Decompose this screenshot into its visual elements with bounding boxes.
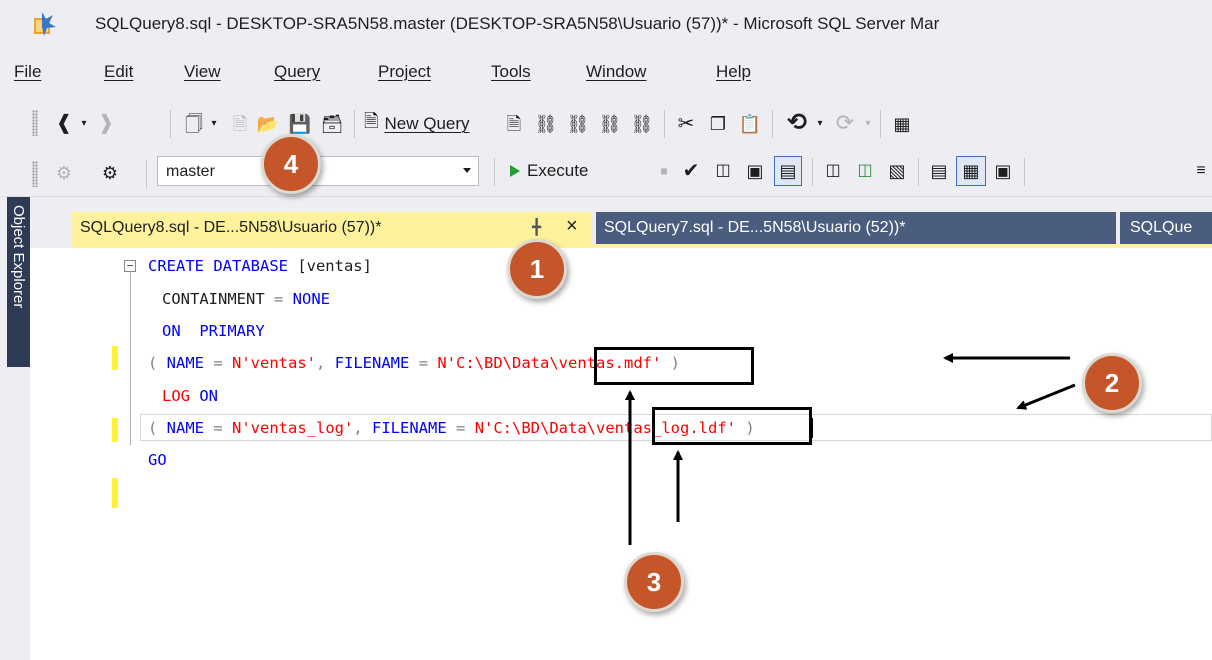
change-connection-icon[interactable]: ⚙ xyxy=(96,160,124,186)
new-query-icon: 🗎 xyxy=(364,111,379,131)
redo-icon[interactable]: ⟳ xyxy=(830,108,860,138)
menu-view[interactable]: View xyxy=(184,62,221,82)
menu-tools[interactable]: Tools xyxy=(491,62,531,82)
cut-icon[interactable]: ✂ xyxy=(672,110,700,138)
selected-database: master xyxy=(166,163,215,180)
toolbar-separator xyxy=(664,110,665,138)
undo-dropdown-icon[interactable]: ▾ xyxy=(814,112,826,136)
menu-help[interactable]: Help xyxy=(716,62,751,82)
intellisense-icon[interactable]: ▤ xyxy=(774,156,802,186)
paste-icon[interactable]: 📋 xyxy=(736,110,764,138)
actual-plan-icon[interactable]: ◫ xyxy=(820,158,846,184)
tab-sqlquery7[interactable]: SQLQuery7.sql - DE...5N58\Usuario (52))* xyxy=(596,212,1116,244)
change-marker xyxy=(112,418,118,442)
toolbar-separator xyxy=(146,160,147,188)
display-plan-icon[interactable]: ◫ xyxy=(710,158,736,184)
highlight-box-ldf-path xyxy=(652,407,812,445)
menu-query[interactable]: Query xyxy=(274,62,320,82)
results-to-text-icon[interactable]: ▤ xyxy=(926,158,952,184)
toolbar-separator xyxy=(494,158,495,186)
play-icon xyxy=(510,165,520,177)
parse-checkmark-icon[interactable]: ✔ xyxy=(678,158,704,184)
add-item-icon[interactable]: 🗎 xyxy=(226,110,254,138)
editor-gutter xyxy=(30,248,100,660)
results-to-grid-icon[interactable]: ▦ xyxy=(956,156,986,186)
live-stats-icon[interactable]: ◫ xyxy=(852,158,878,184)
solution-explorer-icon[interactable]: ▦ xyxy=(888,110,916,138)
toolbar-separator xyxy=(880,110,881,138)
tab-sqlquery-overflow[interactable]: SQLQue xyxy=(1120,212,1212,244)
code-line-7: GO xyxy=(148,451,167,469)
pin-icon[interactable]: ╋ xyxy=(532,218,541,236)
new-query-button[interactable]: 🗎 New Query xyxy=(364,110,470,138)
client-stats-icon[interactable]: ▧ xyxy=(884,158,910,184)
toolbar-grip[interactable] xyxy=(32,161,38,187)
new-query-label: New Query xyxy=(384,114,470,133)
xmla-query-icon[interactable]: ⛓ xyxy=(596,110,624,138)
redo-dropdown-icon[interactable]: ▾ xyxy=(862,112,874,136)
menu-bar: File Edit View Query Project Tools Windo… xyxy=(0,50,1212,96)
results-to-file-icon[interactable]: ▣ xyxy=(990,158,1016,184)
code-line-2: CONTAINMENT = NONE xyxy=(162,290,330,308)
execute-button[interactable]: Execute xyxy=(510,158,588,184)
toolbar-separator xyxy=(1024,158,1025,186)
menu-project[interactable]: Project xyxy=(378,62,431,82)
toolbar-separator xyxy=(772,110,773,138)
object-explorer-tab[interactable]: Object Explorer xyxy=(7,205,30,355)
mdx-query-icon[interactable]: ⛓ xyxy=(532,110,560,138)
copy-icon[interactable]: ❐ xyxy=(704,110,732,138)
undo-icon[interactable]: ⟲ xyxy=(782,108,812,138)
toolbar-separator xyxy=(354,110,355,138)
back-dropdown-icon[interactable]: ▾ xyxy=(78,112,90,136)
chevron-down-icon xyxy=(463,168,471,173)
new-project-icon[interactable]: 🗍 xyxy=(180,110,208,138)
toolbar-grip[interactable] xyxy=(32,110,38,136)
window-title: SQLQuery8.sql - DESKTOP-SRA5N58.master (… xyxy=(95,14,940,33)
code-line-1: CREATE DATABASE [ventas] xyxy=(148,257,372,275)
cancel-query-icon[interactable]: ■ xyxy=(654,158,674,184)
dmx-query-icon[interactable]: ⛓ xyxy=(564,110,592,138)
highlight-box-mdf-path xyxy=(594,347,754,385)
close-icon[interactable]: × xyxy=(566,215,578,238)
outline-bracket xyxy=(130,272,131,445)
tab-sqlquery8[interactable]: SQLQuery8.sql - DE...5N58\Usuario (57))*… xyxy=(72,212,591,244)
database-engine-query-icon[interactable]: 🗎 xyxy=(500,110,528,138)
toolbar-separator xyxy=(170,110,171,138)
open-file-icon[interactable]: 📂 xyxy=(254,110,282,138)
tab-label: SQLQue xyxy=(1130,219,1193,236)
step-badge-4: 4 xyxy=(261,134,321,194)
step-badge-2: 2 xyxy=(1082,353,1142,413)
query-in-editor-icon[interactable]: ▣ xyxy=(742,158,768,184)
change-marker xyxy=(112,478,118,508)
new-project-dropdown-icon[interactable]: ▾ xyxy=(208,112,220,136)
step-badge-3: 3 xyxy=(624,552,684,612)
tab-label: SQLQuery7.sql - DE...5N58\Usuario (52))* xyxy=(604,219,906,236)
menu-edit[interactable]: Edit xyxy=(104,62,133,82)
query-editor[interactable] xyxy=(30,248,1212,660)
toolbar-separator xyxy=(918,158,919,186)
menu-window[interactable]: Window xyxy=(586,62,646,82)
connect-icon[interactable]: ⚙ xyxy=(52,160,76,186)
code-line-5: LOG ON xyxy=(162,387,218,405)
toolbar-separator xyxy=(812,158,813,186)
standard-toolbar: ❰ ▾ ❱ 🗍 ▾ 🗎 📂 💾 🗃 🗎 New Query 🗎 ⛓ ⛓ ⛓ ⛓ … xyxy=(0,96,1212,152)
dax-query-icon[interactable]: ⛓ xyxy=(628,110,656,138)
tab-label: SQLQuery8.sql - DE...5N58\Usuario (57))* xyxy=(80,219,382,236)
menu-file[interactable]: File xyxy=(14,62,41,82)
ssms-app-icon[interactable] xyxy=(28,8,58,38)
code-line-3: ON PRIMARY xyxy=(162,322,265,340)
save-all-icon[interactable]: 🗃 xyxy=(318,110,346,138)
execute-label: Execute xyxy=(527,161,589,180)
forward-icon[interactable]: ❱ xyxy=(94,110,118,136)
comment-lines-icon[interactable]: ≡ xyxy=(1190,158,1212,184)
step-badge-1: 1 xyxy=(507,239,567,299)
change-marker xyxy=(112,346,118,370)
collapse-icon[interactable]: − xyxy=(124,260,136,272)
back-icon[interactable]: ❰ xyxy=(52,110,76,136)
